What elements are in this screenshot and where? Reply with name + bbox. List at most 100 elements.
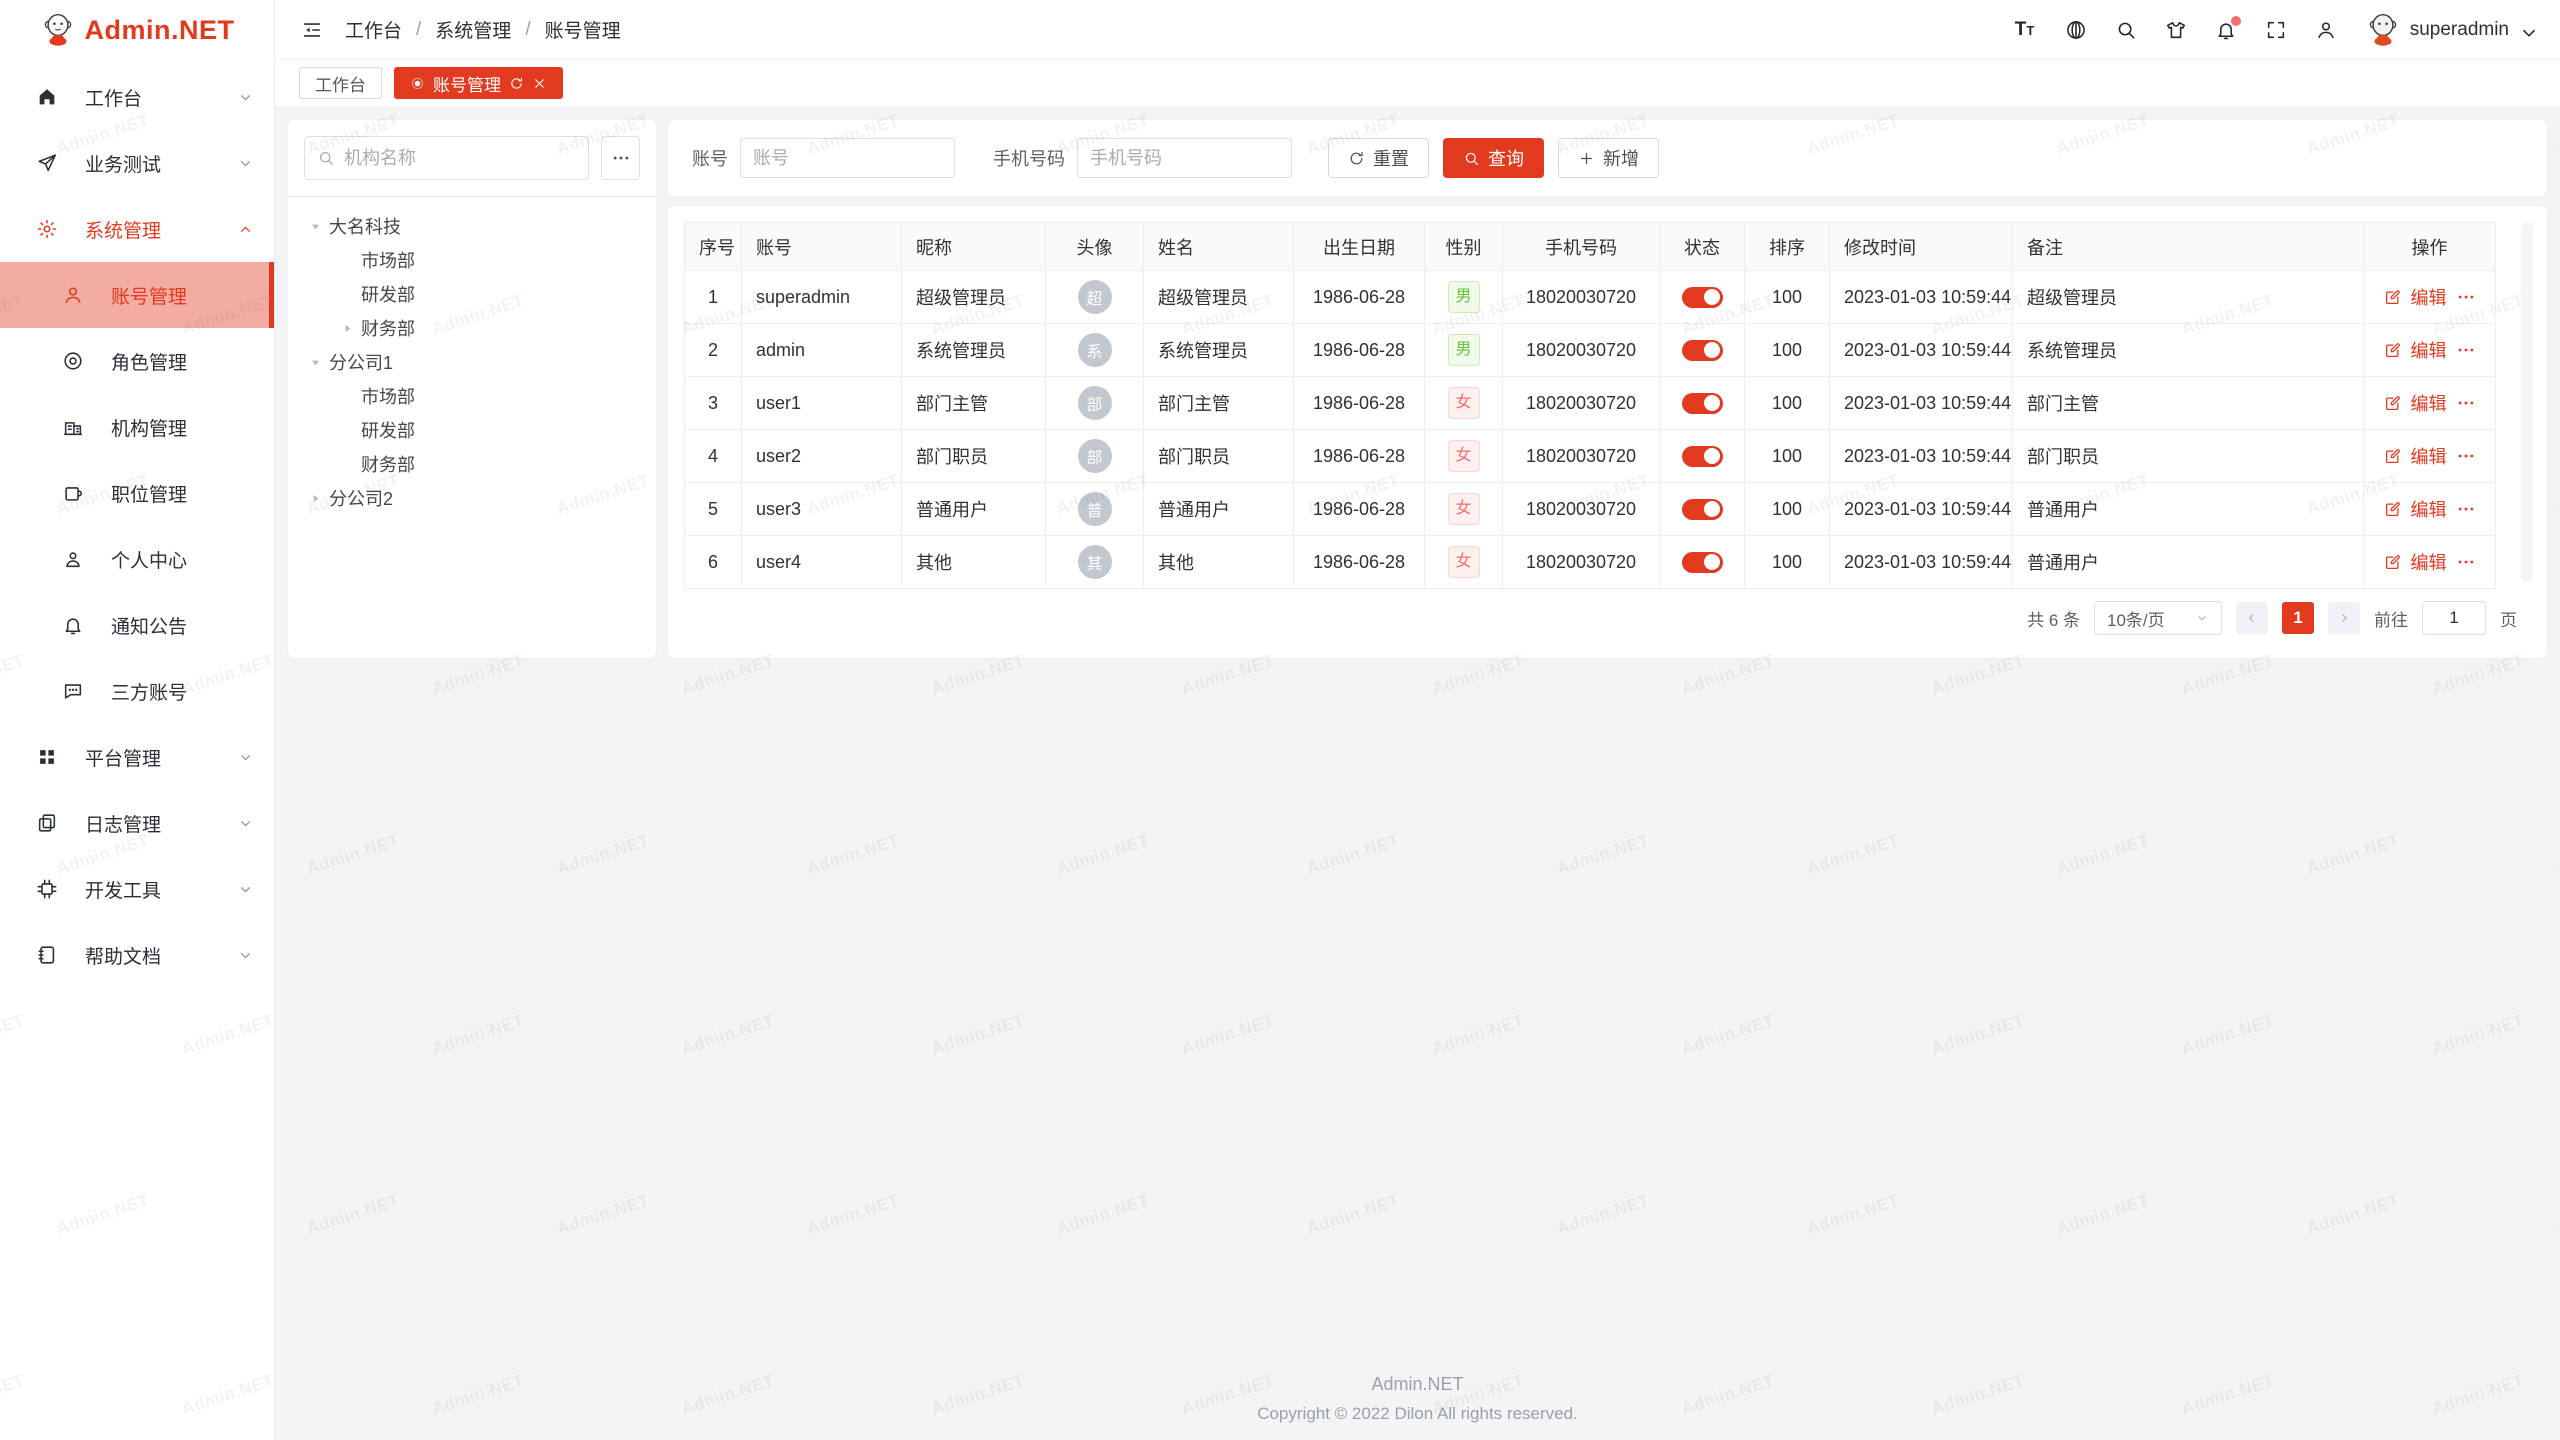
edit-button[interactable]: 编辑: [2411, 496, 2447, 522]
tree-node[interactable]: 分公司2: [304, 481, 640, 515]
edit-button[interactable]: 编辑: [2411, 443, 2447, 469]
tree-node[interactable]: 研发部: [304, 277, 640, 311]
sidebar-item-system-manage[interactable]: 系统管理: [0, 196, 274, 262]
edit-button[interactable]: 编辑: [2411, 390, 2447, 416]
more-actions-button[interactable]: [2456, 552, 2476, 572]
tree-node[interactable]: 市场部: [304, 379, 640, 413]
query-button[interactable]: 查询: [1443, 138, 1544, 178]
sidebar-item-account-manage[interactable]: 账号管理: [0, 262, 274, 328]
grid-icon: [36, 746, 58, 768]
more-actions-button[interactable]: [2456, 446, 2476, 466]
mtime-cell: 2023-01-03 10:59:44: [1844, 287, 2011, 307]
sidebar-item-org-manage[interactable]: 机构管理: [0, 394, 274, 460]
current-page[interactable]: 1: [2282, 602, 2314, 634]
search-icon[interactable]: [2115, 19, 2137, 41]
tree-node[interactable]: 财务部: [304, 311, 640, 345]
more-actions-button[interactable]: [2456, 393, 2476, 413]
edit-button[interactable]: 编辑: [2411, 337, 2447, 363]
sidebar-item-role-manage[interactable]: 角色管理: [0, 328, 274, 394]
status-toggle[interactable]: [1682, 446, 1723, 467]
menu-fold-icon[interactable]: [301, 19, 323, 41]
caret-icon[interactable]: [306, 217, 324, 235]
refresh-icon[interactable]: [509, 76, 524, 91]
sidebar-item-personal-center[interactable]: 个人中心: [0, 526, 274, 592]
column-header: 姓名: [1144, 223, 1294, 271]
reset-label: 重置: [1373, 145, 1409, 171]
caret-icon[interactable]: [306, 489, 324, 507]
column-header: 排序: [1745, 223, 1830, 271]
sidebar-item-position-manage[interactable]: 职位管理: [0, 460, 274, 526]
tab-account-manage[interactable]: 账号管理: [394, 67, 563, 99]
breadcrumb-item[interactable]: 系统管理: [435, 16, 511, 43]
tree-node[interactable]: 研发部: [304, 413, 640, 447]
sidebar-item-log-manage[interactable]: 日志管理: [0, 790, 274, 856]
sidebar-item-dev-tools[interactable]: 开发工具: [0, 856, 274, 922]
status-toggle[interactable]: [1682, 499, 1723, 520]
more-actions-button[interactable]: [2456, 340, 2476, 360]
phone-cell: 18020030720: [1526, 499, 1636, 519]
tree-indent: [338, 387, 356, 405]
more-button[interactable]: [601, 136, 640, 180]
book-icon: [36, 944, 58, 966]
sidebar-item-label: 账号管理: [111, 282, 187, 309]
edit-button[interactable]: 编辑: [2411, 549, 2447, 575]
tree-node[interactable]: 财务部: [304, 447, 640, 481]
sort-cell: 100: [1772, 393, 1802, 413]
user-menu[interactable]: superadmin: [2365, 12, 2534, 48]
status-toggle[interactable]: [1682, 552, 1723, 573]
pagination: 共 6 条 10条/页 1 前往 页: [684, 589, 2531, 647]
caret-icon[interactable]: [338, 319, 356, 337]
table-scrollbar[interactable]: [2521, 222, 2533, 582]
sidebar-item-workbench[interactable]: 工作台: [0, 64, 274, 130]
theme-icon[interactable]: [2165, 19, 2187, 41]
add-button[interactable]: 新增: [1558, 138, 1659, 178]
more-actions-button[interactable]: [2456, 287, 2476, 307]
sex-badge: 男: [1448, 281, 1480, 313]
tree-node[interactable]: 市场部: [304, 243, 640, 277]
font-size-icon[interactable]: TT: [2015, 19, 2037, 41]
account-input[interactable]: [740, 138, 955, 178]
tab-label: 工作台: [315, 71, 366, 96]
goto-page-input[interactable]: [2422, 601, 2486, 635]
nickname-cell: 部门职员: [916, 447, 988, 467]
sidebar-item-help-docs[interactable]: 帮助文档: [0, 922, 274, 988]
status-toggle[interactable]: [1682, 340, 1723, 361]
page-size-select[interactable]: 10条/页: [2094, 601, 2222, 635]
tree-node[interactable]: 大名科技: [304, 209, 640, 243]
mtime-cell: 2023-01-03 10:59:44: [1844, 499, 2011, 519]
breadcrumb-item[interactable]: 账号管理: [545, 16, 621, 43]
close-icon[interactable]: [532, 76, 547, 91]
user-avatar: 超: [1078, 280, 1112, 314]
breadcrumb-item[interactable]: 工作台: [345, 16, 402, 43]
status-toggle[interactable]: [1682, 393, 1723, 414]
notification-icon[interactable]: [2215, 19, 2237, 41]
caret-icon[interactable]: [306, 353, 324, 371]
sidebar-item-business-test[interactable]: 业务测试: [0, 130, 274, 196]
tab-workbench[interactable]: 工作台: [299, 67, 382, 99]
sidebar-item-label: 帮助文档: [85, 942, 161, 969]
reset-button[interactable]: 重置: [1328, 138, 1429, 178]
prev-page-button[interactable]: [2236, 602, 2268, 634]
profile-icon[interactable]: [2315, 19, 2337, 41]
sidebar-item-third-account[interactable]: 三方账号: [0, 658, 274, 724]
tree-node[interactable]: 分公司1: [304, 345, 640, 379]
more-actions-button[interactable]: [2456, 499, 2476, 519]
chevron-down-icon: [237, 947, 254, 964]
app-logo[interactable]: Admin.NET: [0, 0, 274, 60]
language-icon[interactable]: [2065, 19, 2087, 41]
status-toggle[interactable]: [1682, 287, 1723, 308]
user-avatar: 部: [1078, 386, 1112, 420]
sidebar-item-platform-manage[interactable]: 平台管理: [0, 724, 274, 790]
phone-input[interactable]: [1077, 138, 1292, 178]
row-index: 6: [708, 552, 718, 572]
edit-button[interactable]: 编辑: [2411, 284, 2447, 310]
phone-cell: 18020030720: [1526, 393, 1636, 413]
sidebar-item-notice-manage[interactable]: 通知公告: [0, 592, 274, 658]
breadcrumb: 工作台 / 系统管理 / 账号管理: [301, 16, 621, 43]
table-row: 3user1部门主管部部门主管1986-06-28女18020030720100…: [685, 377, 2496, 430]
fullscreen-icon[interactable]: [2265, 19, 2287, 41]
next-page-button[interactable]: [2328, 602, 2360, 634]
cpu-icon: [36, 878, 58, 900]
plus-icon: [1578, 150, 1595, 167]
org-search-input[interactable]: [344, 148, 576, 169]
